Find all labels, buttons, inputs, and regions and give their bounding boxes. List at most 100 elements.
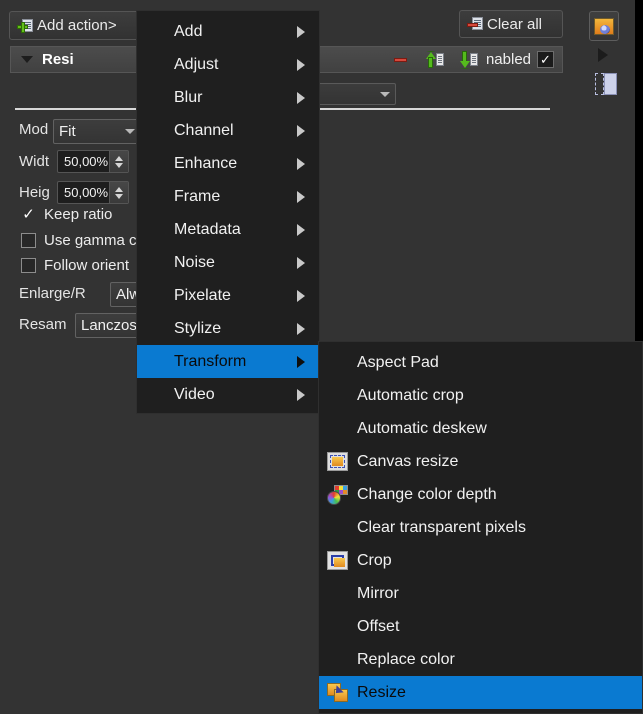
menu-item-aspect-pad[interactable]: Aspect Pad: [319, 346, 642, 379]
menu-item-enhance[interactable]: Enhance: [137, 147, 319, 180]
width-label: Widt: [19, 153, 49, 170]
keep-ratio-label: Keep ratio: [44, 206, 113, 223]
menu-item-label: Transform: [174, 352, 247, 370]
move-up-icon: [425, 51, 444, 68]
image-preview-button[interactable]: [589, 11, 619, 41]
use-gamma-label: Use gamma c: [44, 232, 137, 249]
menu-item-metadata[interactable]: Metadata: [137, 213, 319, 246]
menu-item-pixelate[interactable]: Pixelate: [137, 279, 319, 312]
menu-item-noise[interactable]: Noise: [137, 246, 319, 279]
color-depth-icon: [327, 484, 349, 505]
height-stepper[interactable]: 50,00%: [57, 181, 129, 204]
menu-item-transform[interactable]: Transform: [137, 345, 319, 378]
chevron-right-icon: [297, 223, 305, 236]
menu-item-label: Resize: [357, 683, 406, 701]
checkbox-icon: [21, 233, 36, 248]
menu-item-resize[interactable]: Resize: [319, 676, 642, 709]
menu-item-label: Frame: [174, 187, 221, 205]
use-gamma-checkbox[interactable]: Use gamma c: [21, 232, 137, 249]
move-down-icon: [459, 51, 478, 69]
menu-item-add[interactable]: Add: [137, 15, 319, 48]
resample-label: Resam: [19, 316, 67, 333]
enabled-label: nabled: [485, 51, 531, 68]
menu-item-label: Stylize: [174, 319, 222, 337]
chevron-right-icon: [297, 91, 305, 104]
menu-item-label: Video: [174, 385, 215, 403]
menu-item-automatic-deskew[interactable]: Automatic deskew: [319, 412, 642, 445]
enabled-checkbox[interactable]: ✓: [537, 51, 554, 68]
width-spin-arrows[interactable]: [109, 151, 128, 172]
mode-combobox[interactable]: Fit: [53, 119, 141, 144]
chevron-right-icon: [297, 25, 305, 38]
height-spin-arrows[interactable]: [109, 182, 128, 203]
width-value[interactable]: 50,00%: [58, 154, 109, 169]
checkmark-icon: ✓: [22, 206, 35, 223]
menu-item-mirror[interactable]: Mirror: [319, 577, 642, 610]
follow-orientation-label: Follow orient: [44, 257, 130, 274]
enlarge-reduce-row: Enlarge/R: [19, 285, 86, 302]
menu-item-channel[interactable]: Channel: [137, 114, 319, 147]
resize-icon: [327, 682, 349, 703]
action-item-title: Resi: [42, 51, 74, 68]
menu-item-replace-color[interactable]: Replace color: [319, 643, 642, 676]
panel-toggle-icon[interactable]: [595, 73, 617, 95]
mode-row: Mod: [19, 121, 48, 138]
chevron-right-icon: [297, 388, 305, 401]
chevron-right-icon: [297, 289, 305, 302]
menu-item-label: Replace color: [357, 650, 455, 668]
chevron-right-icon: [297, 256, 305, 269]
triangle-down-icon[interactable]: [21, 56, 33, 63]
chevron-right-icon: [297, 322, 305, 335]
menu-item-offset[interactable]: Offset: [319, 610, 642, 643]
menu-item-label: Offset: [357, 617, 400, 635]
image-preview-icon: [594, 17, 614, 35]
enlarge-reduce-label: Enlarge/R: [19, 285, 86, 302]
menu-item-canvas-resize[interactable]: Canvas resize: [319, 445, 642, 478]
app-window: Add action> Clear all Resi nabled ✓ Mod …: [0, 0, 643, 714]
crop-icon: [327, 550, 349, 571]
actions-context-menu: Add Adjust Blur Channel Enhance Frame Metadata…: [136, 10, 320, 414]
height-value[interactable]: 50,00%: [58, 185, 109, 200]
menu-item-frame[interactable]: Frame: [137, 180, 319, 213]
mode-value: Fit: [59, 123, 76, 140]
menu-item-label: Automatic crop: [357, 386, 464, 404]
menu-item-label: Blur: [174, 88, 203, 106]
menu-item-adjust[interactable]: Adjust: [137, 48, 319, 81]
checkbox-icon: [21, 258, 36, 273]
menu-item-label: Adjust: [174, 55, 219, 73]
menu-item-label: Aspect Pad: [357, 353, 439, 371]
canvas-resize-icon: [327, 451, 349, 472]
enabled-toggle[interactable]: nabled ✓: [486, 51, 562, 68]
action-preset-combobox[interactable]: [318, 83, 396, 105]
menu-item-label: Channel: [174, 121, 234, 139]
menu-item-stylize[interactable]: Stylize: [137, 312, 319, 345]
menu-item-label: Pixelate: [174, 286, 231, 304]
chevron-down-icon: [380, 91, 390, 97]
menu-item-automatic-crop[interactable]: Automatic crop: [319, 379, 642, 412]
add-action-button[interactable]: Add action>: [9, 11, 144, 40]
move-down-button[interactable]: [452, 47, 486, 73]
menu-item-crop[interactable]: Crop: [319, 544, 642, 577]
menu-item-change-color-depth[interactable]: Change color depth: [319, 478, 642, 511]
chevron-right-icon: [297, 58, 305, 71]
height-row: Heig: [19, 184, 50, 201]
keep-ratio-checkbox[interactable]: ✓ Keep ratio: [21, 206, 112, 223]
clear-all-button[interactable]: Clear all: [459, 10, 563, 38]
menu-item-video[interactable]: Video: [137, 378, 319, 411]
follow-orientation-checkbox[interactable]: Follow orient: [21, 257, 129, 274]
transform-submenu: Aspect Pad Automatic crop Automatic deskew…: [318, 341, 643, 714]
add-action-icon: [17, 18, 34, 34]
chevron-right-icon: [297, 355, 305, 368]
expand-arrow-icon[interactable]: [598, 48, 608, 62]
action-header-tools: nabled ✓: [384, 47, 562, 73]
width-stepper[interactable]: 50,00%: [57, 150, 129, 173]
height-label: Heig: [19, 184, 50, 201]
remove-action-button[interactable]: [384, 47, 418, 73]
menu-item-label: Automatic deskew: [357, 419, 487, 437]
move-up-button[interactable]: [418, 47, 452, 73]
remove-icon: [394, 57, 408, 62]
menu-item-clear-transparent-pixels[interactable]: Clear transparent pixels: [319, 511, 642, 544]
chevron-right-icon: [297, 124, 305, 137]
menu-item-blur[interactable]: Blur: [137, 81, 319, 114]
chevron-down-icon: [125, 129, 135, 134]
